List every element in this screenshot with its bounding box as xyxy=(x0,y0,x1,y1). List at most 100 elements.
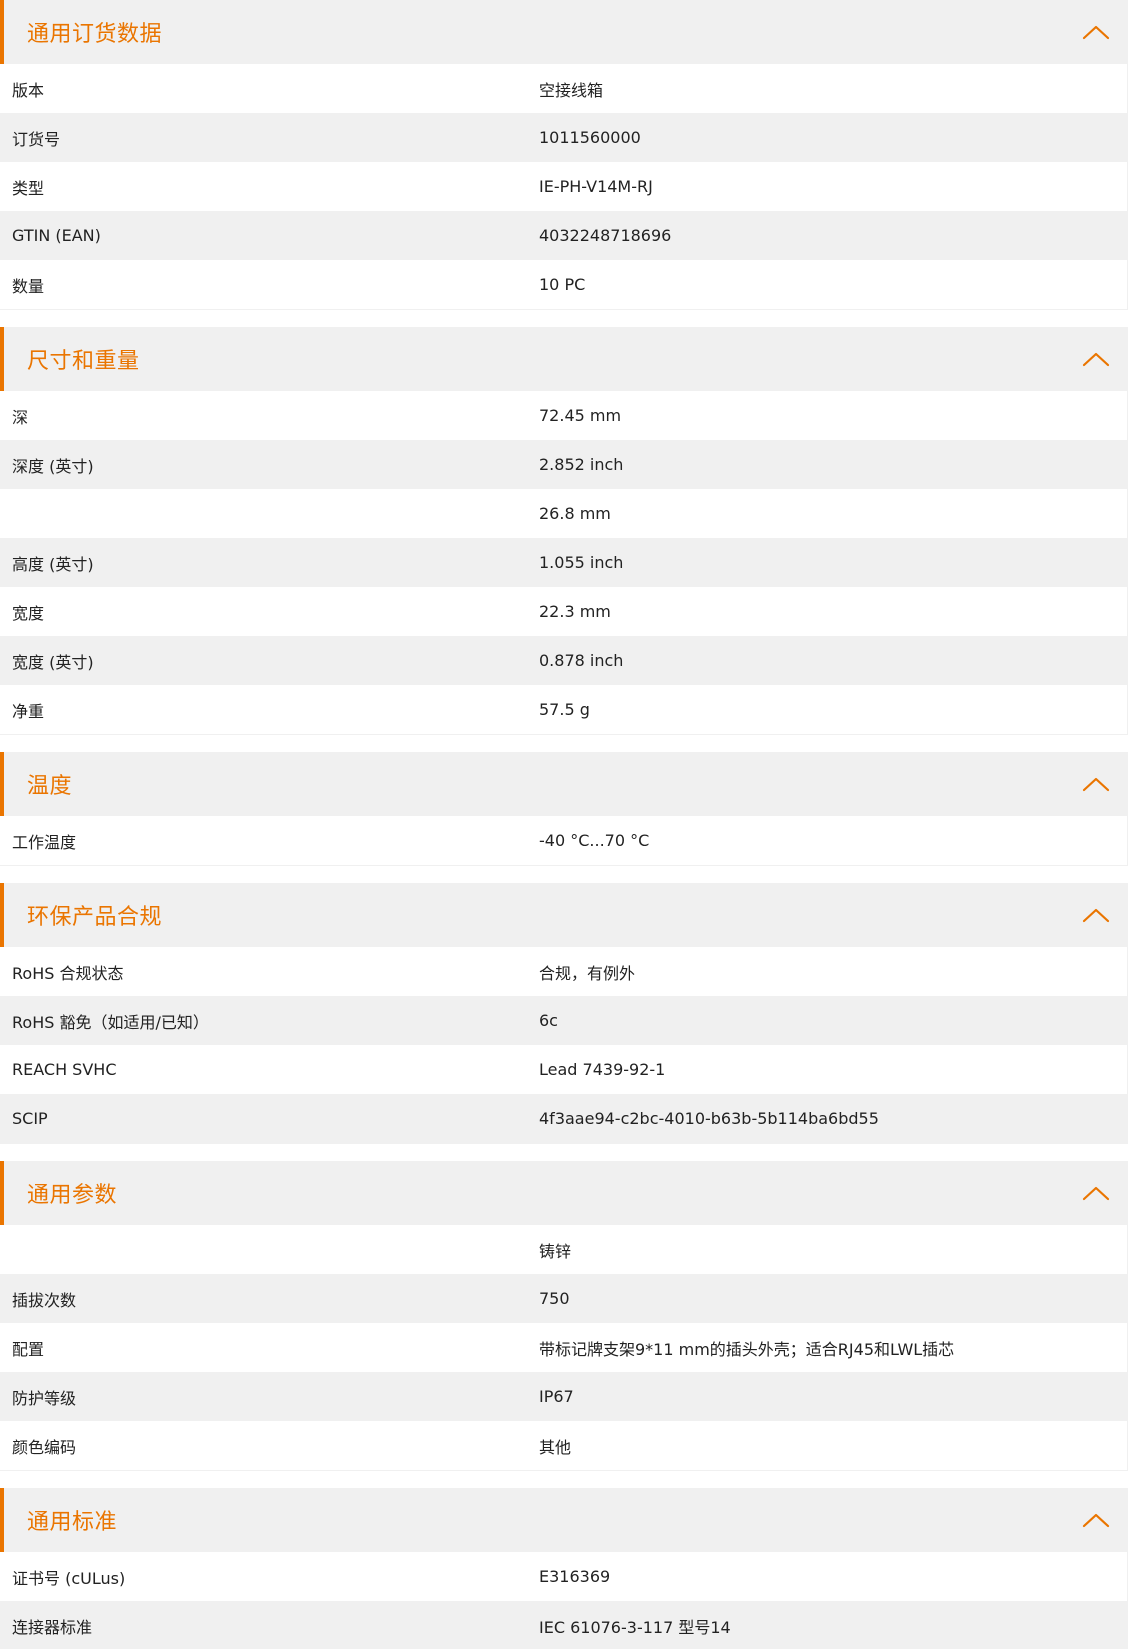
spec-value: 72.45 mm xyxy=(539,406,622,425)
spec-value: 空接线箱 xyxy=(539,80,604,100)
spec-label: REACH SVHC xyxy=(12,1060,117,1079)
spec-row: 宽度 22.3 mm xyxy=(0,587,1127,636)
spec-value: 带标记牌支架9*11 mm的插头外壳；适合RJ45和LWL插芯 xyxy=(539,1339,955,1359)
spec-value: IEC 61076-3-117 型号14 xyxy=(539,1617,731,1637)
section-title: 尺寸和重量 xyxy=(27,349,140,374)
chevron-up-icon[interactable] xyxy=(1081,350,1111,368)
product-spec-page: 通用订货数据版本 空接线箱订货号 1011560000 类型 IE-PH-V14M-RJ… xyxy=(0,0,1129,1649)
chevron-up-icon[interactable] xyxy=(1081,1184,1111,1202)
chevron-up-icon[interactable] xyxy=(1081,906,1111,924)
spec-label: 颜色编码 xyxy=(12,1437,77,1457)
spec-value: 铸锌 xyxy=(539,1241,572,1261)
spec-row: 铸锌 xyxy=(0,1225,1127,1274)
section-header-toggle[interactable]: 通用参数 xyxy=(0,1161,1127,1225)
section-header-toggle[interactable]: 通用标准 xyxy=(0,1488,1127,1552)
spec-row: 防护等级 IP67 xyxy=(0,1372,1127,1421)
spec-row: 版本 空接线箱 xyxy=(0,64,1127,113)
spec-section: 温度工作温度 -40 °C...70 °C xyxy=(0,752,1128,866)
spec-row: RoHS 合规状态 合规，有例外 xyxy=(0,947,1127,996)
chevron-up-icon[interactable] xyxy=(1081,1511,1111,1529)
spec-value: E316369 xyxy=(539,1567,611,1586)
spec-value: 26.8 mm xyxy=(539,504,611,523)
spec-row: REACH SVHC Lead 7439-92-1 xyxy=(0,1045,1127,1094)
spec-value: IE-PH-V14M-RJ xyxy=(539,177,653,196)
spec-value: 合规，有例外 xyxy=(539,963,636,983)
spec-label: 订货号 xyxy=(12,129,61,149)
spec-label: 宽度 xyxy=(12,603,45,623)
chevron-up-icon[interactable] xyxy=(1081,775,1111,793)
spec-value: 6c xyxy=(539,1011,558,1030)
spec-label: 净重 xyxy=(12,701,45,721)
spec-value: 1011560000 xyxy=(539,128,641,147)
section-header-toggle[interactable]: 尺寸和重量 xyxy=(0,327,1127,391)
spec-value: 2.852 inch xyxy=(539,455,624,474)
spec-value: -40 °C...70 °C xyxy=(539,831,650,850)
section-title: 通用参数 xyxy=(27,1183,118,1208)
spec-row: SCIP 4f3aae94-c2bc-4010-b63b-5b114ba6bd55 xyxy=(0,1094,1127,1143)
spec-value: IP67 xyxy=(539,1387,574,1406)
spec-value: 0.878 inch xyxy=(539,651,624,670)
spec-value: 1.055 inch xyxy=(539,553,624,572)
spec-row: 插拔次数 750 xyxy=(0,1274,1127,1323)
spec-label: 宽度 (英寸) xyxy=(12,652,94,672)
spec-label: 连接器标准 xyxy=(12,1617,93,1637)
spec-row: 宽度 (英寸) 0.878 inch xyxy=(0,636,1127,685)
spec-section: 尺寸和重量深 72.45 mm 深度 (英寸) 2.852 inch 26.8 mm 高度… xyxy=(0,327,1128,735)
spec-value: Lead 7439-92-1 xyxy=(539,1060,666,1079)
spec-label: 版本 xyxy=(12,80,45,100)
spec-value: 57.5 g xyxy=(539,700,590,719)
spec-label: 工作温度 xyxy=(12,832,77,852)
section-header-toggle[interactable]: 通用订货数据 xyxy=(0,0,1127,64)
spec-section: 通用订货数据版本 空接线箱订货号 1011560000 类型 IE-PH-V14M-RJ… xyxy=(0,0,1128,310)
spec-label: 深度 (英寸) xyxy=(12,456,94,476)
spec-value: 4032248718696 xyxy=(539,226,672,245)
spec-row: 类型 IE-PH-V14M-RJ xyxy=(0,162,1127,211)
spec-row: 数量 10 PC xyxy=(0,260,1127,309)
spec-row: 26.8 mm xyxy=(0,489,1127,538)
section-title: 通用订货数据 xyxy=(27,22,163,47)
spec-label: SCIP xyxy=(12,1109,48,1128)
spec-label: 数量 xyxy=(12,276,45,296)
spec-row: 高度 (英寸) 1.055 inch xyxy=(0,538,1127,587)
spec-label: 深 xyxy=(12,407,29,427)
spec-value: 4f3aae94-c2bc-4010-b63b-5b114ba6bd55 xyxy=(539,1109,879,1128)
spec-sections: 通用订货数据版本 空接线箱订货号 1011560000 类型 IE-PH-V14M-RJ… xyxy=(0,0,1129,1649)
chevron-up-icon[interactable] xyxy=(1081,23,1111,41)
spec-label: 证书号 (cULus) xyxy=(12,1568,126,1588)
spec-row: 连接器标准 IEC 61076-3-117 型号14 xyxy=(0,1601,1127,1649)
spec-row: GTIN (EAN) 4032248718696 xyxy=(0,211,1127,260)
spec-label: 类型 xyxy=(12,178,45,198)
spec-section: 环保产品合规 RoHS 合规状态 合规，有例外 RoHS 豁免（如适用/已知） 6c RE… xyxy=(0,883,1128,1144)
spec-label: 插拔次数 xyxy=(12,1290,77,1310)
spec-value: 其他 xyxy=(539,1437,572,1457)
spec-row: 证书号 (cULus) E316369 xyxy=(0,1552,1127,1601)
spec-row: 深 72.45 mm xyxy=(0,391,1127,440)
spec-label: 防护等级 xyxy=(12,1388,77,1408)
spec-row: 订货号 1011560000 xyxy=(0,113,1127,162)
spec-value: 10 PC xyxy=(539,275,586,294)
spec-row: RoHS 豁免（如适用/已知） 6c xyxy=(0,996,1127,1045)
section-header-toggle[interactable]: 环保产品合规 xyxy=(0,883,1127,947)
spec-label: RoHS 豁免（如适用/已知） xyxy=(12,1012,209,1032)
section-title: 温度 xyxy=(27,774,73,799)
spec-row: 颜色编码 其他 xyxy=(0,1421,1127,1470)
spec-value: 22.3 mm xyxy=(539,602,611,621)
spec-value: 750 xyxy=(539,1289,570,1308)
spec-row: 工作温度 -40 °C...70 °C xyxy=(0,816,1127,865)
spec-section: 通用参数铸锌插拔次数 750 配置 带标记牌支架9*11 mm的插头外壳；适合RJ45… xyxy=(0,1161,1128,1471)
spec-row: 深度 (英寸) 2.852 inch xyxy=(0,440,1127,489)
spec-row: 配置 带标记牌支架9*11 mm的插头外壳；适合RJ45和LWL插芯 xyxy=(0,1323,1127,1372)
spec-section: 通用标准证书号 (cULus) E316369 连接器标准 IEC 61076-3-1… xyxy=(0,1488,1128,1649)
section-header-toggle[interactable]: 温度 xyxy=(0,752,1127,816)
section-title: 环保产品合规 xyxy=(27,905,163,930)
spec-label: RoHS 合规状态 xyxy=(12,963,124,983)
spec-row: 净重 57.5 g xyxy=(0,685,1127,734)
spec-label: 高度 (英寸) xyxy=(12,554,94,574)
spec-label: 配置 xyxy=(12,1339,45,1359)
section-title: 通用标准 xyxy=(27,1510,118,1535)
